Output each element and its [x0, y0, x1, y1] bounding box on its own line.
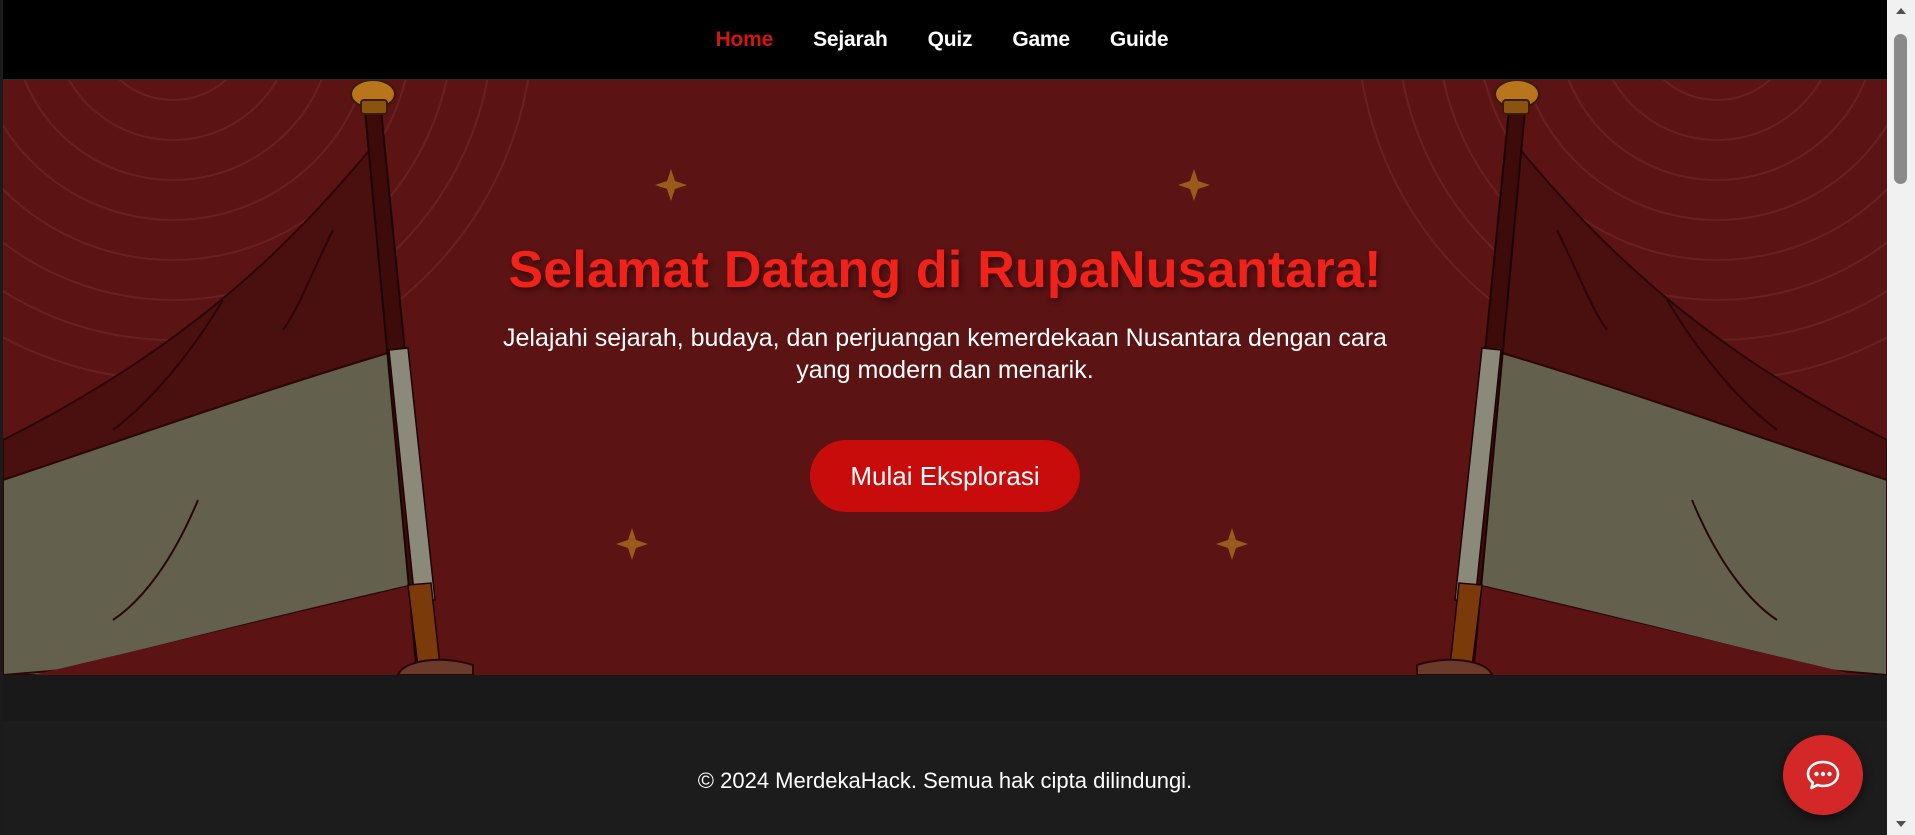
- page: Home Sejarah Quiz Game Guide Selamat Dat…: [3, 0, 1887, 835]
- vertical-scrollbar[interactable]: [1887, 0, 1915, 835]
- scrollbar-thumb[interactable]: [1894, 34, 1907, 184]
- chat-button[interactable]: [1783, 735, 1863, 815]
- nav-sejarah[interactable]: Sejarah: [813, 28, 888, 51]
- nav-home[interactable]: Home: [716, 28, 774, 51]
- hero-title: Selamat Datang di RupaNusantara!: [508, 241, 1382, 299]
- hero-section: Selamat Datang di RupaNusantara! Jelajah…: [3, 80, 1887, 675]
- sparkle-icon: [1178, 169, 1210, 201]
- sparkle-icon: [655, 169, 687, 201]
- hero-content: Selamat Datang di RupaNusantara! Jelajah…: [3, 240, 1887, 512]
- chat-bubble-icon: [1806, 760, 1840, 790]
- sparkle-icon: [616, 528, 648, 560]
- nav-game[interactable]: Game: [1012, 28, 1070, 51]
- hero-subtitle: Jelajahi sejarah, budaya, dan perjuangan…: [503, 324, 1387, 384]
- start-exploration-button[interactable]: Mulai Eksplorasi: [810, 440, 1080, 512]
- scroll-up-arrow-icon[interactable]: [1896, 8, 1906, 14]
- scroll-down-arrow-icon[interactable]: [1896, 821, 1906, 827]
- nav-list: Home Sejarah Quiz Game Guide: [716, 28, 1169, 52]
- footer-divider: [3, 675, 1887, 721]
- sparkle-icon: [1216, 528, 1248, 560]
- nav-guide[interactable]: Guide: [1110, 28, 1169, 51]
- footer: [3, 675, 1887, 835]
- top-nav: Home Sejarah Quiz Game Guide: [3, 0, 1887, 80]
- footer-copyright: © 2024 MerdekaHack. Semua hak cipta dili…: [697, 768, 1193, 793]
- nav-quiz[interactable]: Quiz: [928, 28, 973, 51]
